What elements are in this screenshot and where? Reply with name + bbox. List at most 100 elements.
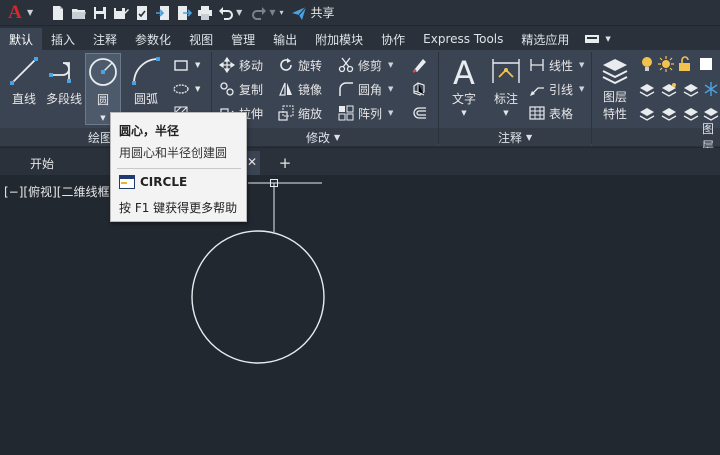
tab-manage[interactable]: 管理 [222,28,264,50]
open-folder-icon[interactable] [68,2,89,24]
rectangle-icon[interactable] [172,56,190,74]
ellipse-icon[interactable] [172,80,190,98]
draw-panel-title-text: 绘图 [88,130,113,145]
move-button[interactable]: 移动 [219,55,263,75]
linear-dimension-button[interactable]: 线性 ▼ [529,55,584,75]
mirror-button[interactable]: 镜像 [278,79,322,99]
quick-access-toolbar: A ▼ ▼ ▼ ▾ 共享 [0,0,720,25]
redo-icon[interactable] [248,2,269,24]
linear-label: 线性 [549,58,574,73]
redo-dropdown-caret-icon[interactable]: ▼ [269,8,275,17]
array-icon [338,105,354,121]
ribbon-minimize-icon [585,35,600,43]
leader-icon [530,87,544,96]
layer-properties-button[interactable]: 图层 特性 [597,55,633,122]
copy-button[interactable]: 复制 [219,79,263,99]
start-tab[interactable]: 开始 [30,151,54,175]
copy-icon [220,82,234,96]
circle-dropdown-caret-icon[interactable]: ▼ [100,114,105,122]
arc-label: 圆弧 [133,92,158,106]
app-logo-icon[interactable]: A [3,2,27,24]
offset-icon[interactable] [410,104,428,122]
tab-insert[interactable]: 插入 [42,28,84,50]
table-icon [529,106,545,120]
mirror-icon [279,82,292,96]
drawn-circle[interactable] [191,230,325,364]
layer-color-swatch-icon[interactable] [697,55,715,73]
fillet-dropdown-caret-icon[interactable]: ▼ [388,85,393,93]
layer-walk-icon[interactable] [682,104,700,122]
ribbon-display-toggle[interactable]: ▼ [578,28,616,50]
leader-dropdown-caret-icon[interactable]: ▼ [579,85,584,93]
new-tab-button[interactable]: + [274,151,296,175]
sun-icon[interactable] [657,55,675,73]
scale-button[interactable]: 缩放 [278,103,322,123]
drawing-tab-close-icon[interactable]: ✕ [247,155,257,169]
text-dropdown-caret-icon[interactable]: ▼ [461,109,466,117]
rotate-icon [280,58,292,71]
annotation-panel-title[interactable]: 注释 ▼ [498,129,532,145]
array-button[interactable]: 阵列 ▼ [338,103,393,123]
dimension-button[interactable]: 标注 ▼ [488,55,524,117]
layer-stack-icon [602,59,628,85]
tab-featured-apps[interactable]: 精选应用 [512,28,578,50]
ribbon-display-caret-icon: ▼ [605,35,611,43]
scissors-icon [338,57,354,73]
viewport-controls-label[interactable]: [−][俯视][二维线框] [4,183,114,200]
layer-freeze-icon[interactable] [660,80,678,98]
svg-text:A: A [453,55,475,87]
arc-button[interactable]: 圆弧 [128,55,164,107]
lightbulb-icon[interactable] [638,55,656,73]
layer-isolate-icon[interactable] [638,80,656,98]
tab-addins[interactable]: 附加模块 [306,28,372,50]
trim-button[interactable]: 修剪 ▼ [338,55,393,75]
paper-plane-icon [292,6,307,20]
print-icon[interactable] [194,2,215,24]
layers-panel-title[interactable]: 图层 [702,122,720,153]
unlock-icon[interactable] [676,55,694,73]
dimension-dropdown-caret-icon[interactable]: ▼ [503,109,508,117]
share-button[interactable]: 共享 [291,4,335,21]
rotate-button[interactable]: 旋转 [278,55,322,75]
app-menu-caret-icon[interactable]: ▼ [27,8,33,17]
polyline-button[interactable]: 多段线 [44,55,84,107]
array-dropdown-caret-icon[interactable]: ▼ [388,109,393,117]
tab-express-tools[interactable]: Express Tools [414,28,512,50]
explode-icon[interactable] [410,80,428,98]
line-button[interactable]: 直线 [6,55,42,107]
export-icon[interactable] [173,2,194,24]
modify-panel-title[interactable]: 修改 ▼ [306,129,340,145]
draw-panel-title[interactable]: 绘图 [88,129,112,145]
new-file-icon[interactable] [47,2,68,24]
tab-collaborate[interactable]: 协作 [372,28,414,50]
customize-toolbar-caret-icon[interactable]: ▾ [279,8,283,17]
drawing-canvas[interactable] [0,175,720,455]
fillet-button[interactable]: 圆角 ▼ [338,79,393,99]
linear-dropdown-caret-icon[interactable]: ▼ [579,61,584,69]
tab-view[interactable]: 视图 [180,28,222,50]
save-as-icon[interactable] [110,2,131,24]
leader-button[interactable]: 引线 ▼ [529,79,584,99]
layer-off-icon[interactable] [682,80,700,98]
trim-dropdown-caret-icon[interactable]: ▼ [388,61,393,69]
import-icon[interactable] [152,2,173,24]
tab-parametric[interactable]: 参数化 [126,28,180,50]
leader-label: 引线 [549,82,574,97]
ellipse-dropdown-caret-icon[interactable]: ▼ [195,79,200,99]
table-label: 表格 [549,106,574,121]
tab-annotate[interactable]: 注释 [84,28,126,50]
tab-default[interactable]: 默认 [0,28,43,50]
layer-match-icon[interactable] [638,104,656,122]
line-label: 直线 [11,92,36,106]
table-button[interactable]: 表格 [529,103,573,123]
undo-icon[interactable] [215,2,236,24]
rectangle-dropdown-caret-icon[interactable]: ▼ [195,55,200,75]
text-button[interactable]: A 文字 ▼ [446,55,482,117]
layer-previous-icon[interactable] [660,104,678,122]
snowflake-icon[interactable] [702,80,720,98]
tab-output[interactable]: 输出 [264,28,306,50]
erase-icon[interactable] [410,56,428,74]
save-icon[interactable] [89,2,110,24]
publish-icon[interactable] [131,2,152,24]
undo-dropdown-caret-icon[interactable]: ▼ [236,8,242,17]
